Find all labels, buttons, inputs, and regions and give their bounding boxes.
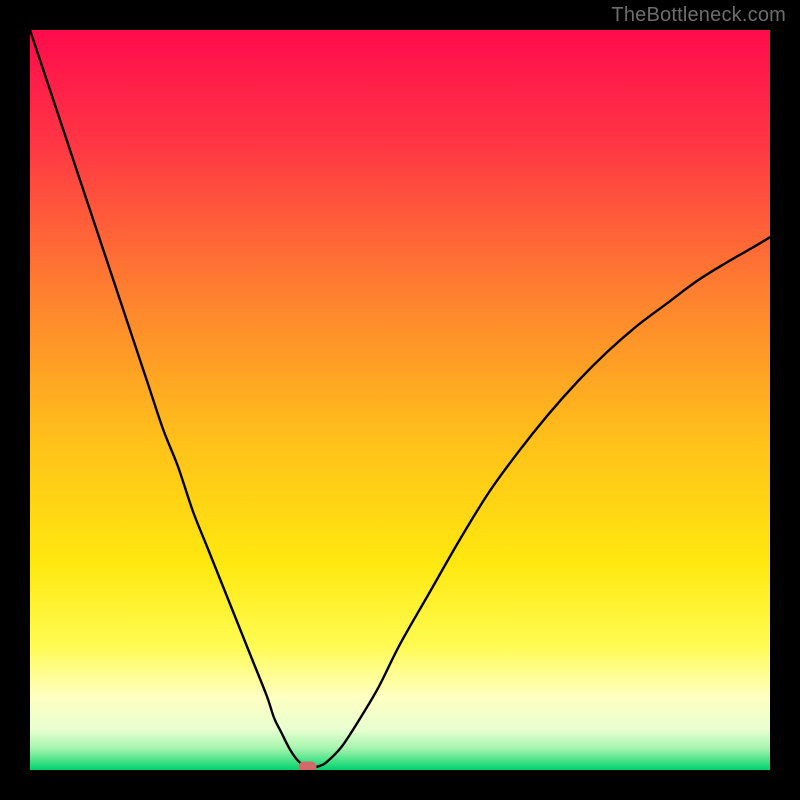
chart-frame: TheBottleneck.com [0, 0, 800, 800]
optimal-point-marker [299, 762, 317, 770]
watermark-text: TheBottleneck.com [611, 4, 786, 27]
bottleneck-curve [30, 30, 770, 768]
plot-area [30, 30, 770, 770]
curve-layer [30, 30, 770, 770]
